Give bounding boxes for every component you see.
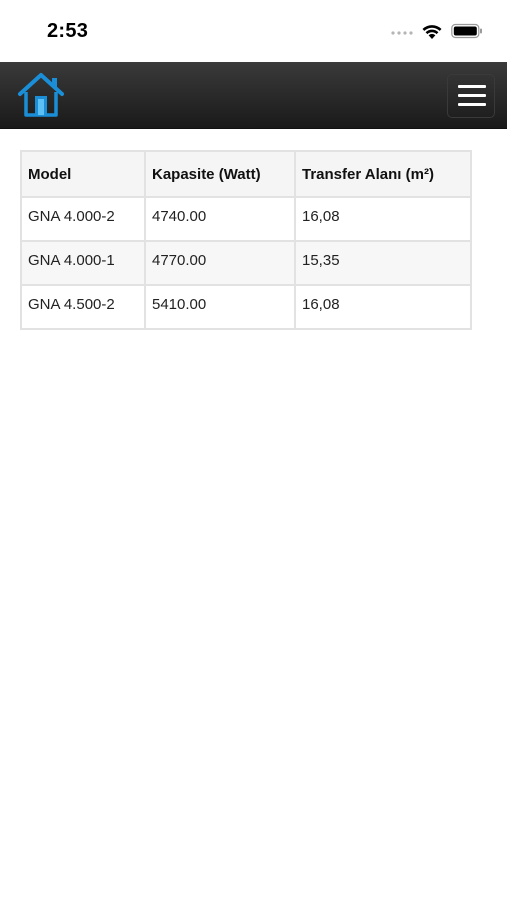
column-header-model: Model bbox=[20, 150, 146, 198]
column-header-capacity: Kapasite (Watt) bbox=[144, 150, 296, 198]
wifi-icon bbox=[421, 22, 443, 45]
column-header-transfer-area: Transfer Alanı (m²) bbox=[294, 150, 472, 198]
status-time: 2:53 bbox=[47, 20, 89, 42]
cell-model: GNA 4.000-2 bbox=[20, 196, 146, 242]
cell-capacity: 4770.00 bbox=[144, 240, 296, 286]
menu-button[interactable] bbox=[447, 74, 495, 118]
home-icon bbox=[16, 73, 66, 124]
table-row: GNA 4.500-2 5410.00 16,08 bbox=[20, 284, 472, 330]
cell-capacity: 4740.00 bbox=[144, 196, 296, 242]
battery-icon bbox=[451, 23, 483, 44]
table-row: GNA 4.000-1 4770.00 15,35 bbox=[20, 240, 472, 286]
table-header-row: Model Kapasite (Watt) Transfer Alanı (m²… bbox=[20, 150, 472, 198]
app-header bbox=[0, 62, 507, 129]
signal-icon bbox=[391, 24, 413, 42]
cell-transfer-area: 16,08 bbox=[294, 284, 472, 330]
cell-transfer-area: 16,08 bbox=[294, 196, 472, 242]
spec-table: Model Kapasite (Watt) Transfer Alanı (m²… bbox=[20, 150, 472, 330]
cell-model: GNA 4.500-2 bbox=[20, 284, 146, 330]
status-bar: 2:53 bbox=[0, 0, 507, 62]
cell-model: GNA 4.000-1 bbox=[20, 240, 146, 286]
main-content: Model Kapasite (Watt) Transfer Alanı (m²… bbox=[20, 150, 472, 330]
cell-transfer-area: 15,35 bbox=[294, 240, 472, 286]
cell-capacity: 5410.00 bbox=[144, 284, 296, 330]
table-row: GNA 4.000-2 4740.00 16,08 bbox=[20, 196, 472, 242]
home-button[interactable] bbox=[16, 70, 66, 120]
status-icons bbox=[391, 20, 483, 46]
